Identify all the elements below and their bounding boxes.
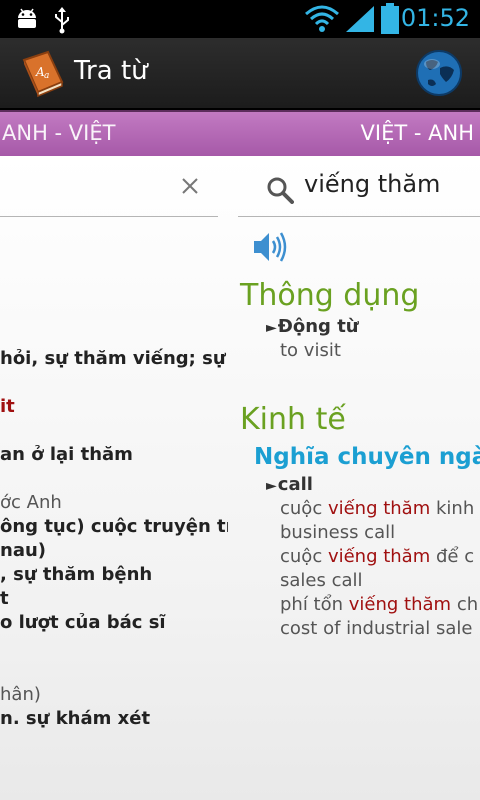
dictionary-book-icon[interactable]: A a — [18, 48, 68, 98]
definition-line: o lượt của bác sĩ — [0, 612, 166, 633]
arrow-right-icon: ► — [266, 478, 277, 494]
search-input[interactable]: viếng thăm — [304, 170, 440, 198]
definition-line: nau) — [0, 540, 47, 561]
part-of-speech: ►call — [266, 474, 313, 495]
clock: 01:52 — [400, 4, 470, 32]
definition-line: , sự thăm bệnh — [0, 564, 153, 585]
section-heading: Thông dụng — [240, 278, 420, 313]
definition-line: t — [0, 588, 9, 609]
svg-text:a: a — [44, 71, 49, 81]
example-line: cost of industrial sale — [280, 618, 473, 639]
example-line: business call — [280, 522, 396, 543]
arrow-right-icon: ► — [266, 320, 277, 336]
definition-line: hân) — [0, 684, 41, 705]
speaker-icon[interactable] — [252, 230, 288, 264]
part-of-speech-label: call — [277, 474, 313, 495]
definition-line: n. sự khám xét — [0, 708, 151, 729]
example-line: cuộc viếng thăm kinh — [280, 498, 475, 519]
language-tab-strip: ANH - VIỆT VIỆT - ANH — [0, 110, 480, 156]
meaning: to visit — [280, 340, 341, 361]
section-subheading: Nghĩa chuyên ngàn — [254, 444, 480, 470]
search-input-underline — [0, 216, 218, 217]
previous-page[interactable]: hỏi, sự thăm viếng; sự ở it an ở lại thă… — [0, 156, 228, 800]
search-icon[interactable] — [266, 176, 294, 204]
dictionary-pager[interactable]: hỏi, sự thăm viếng; sự ở it an ở lại thă… — [0, 156, 480, 800]
close-icon[interactable] — [180, 176, 200, 196]
search-input-underline — [238, 216, 480, 217]
page-title: Tra từ — [74, 56, 148, 86]
current-page: viếng thăm Thông dụng ►Động từ to visit … — [238, 156, 480, 800]
definition-line: ông tục) cuộc truyện trò — [0, 516, 228, 537]
signal-icon — [346, 6, 374, 32]
action-bar: A a Tra từ — [0, 38, 480, 110]
definition-line: ớc Anh — [0, 492, 62, 513]
usb-icon — [55, 7, 69, 34]
definition-line: it — [0, 396, 15, 417]
globe-icon[interactable] — [414, 48, 464, 98]
part-of-speech: ►Động từ — [266, 316, 359, 337]
example-line: sales call — [280, 570, 363, 591]
example-line: phí tổn viếng thăm ch — [280, 594, 479, 615]
wifi-icon — [305, 5, 339, 32]
definition-line: hỏi, sự thăm viếng; sự ở — [0, 348, 228, 369]
android-debug-icon — [18, 8, 36, 28]
battery-icon — [381, 3, 399, 34]
tab-viet-anh[interactable]: VIỆT - ANH — [361, 121, 474, 145]
example-line: cuộc viếng thăm để c — [280, 546, 475, 567]
section-heading: Kinh tế — [240, 402, 346, 437]
part-of-speech-label: Động từ — [277, 316, 359, 337]
tab-anh-viet[interactable]: ANH - VIỆT — [2, 121, 115, 145]
status-bar: 01:52 — [0, 0, 480, 38]
definition-line: an ở lại thăm — [0, 444, 133, 465]
